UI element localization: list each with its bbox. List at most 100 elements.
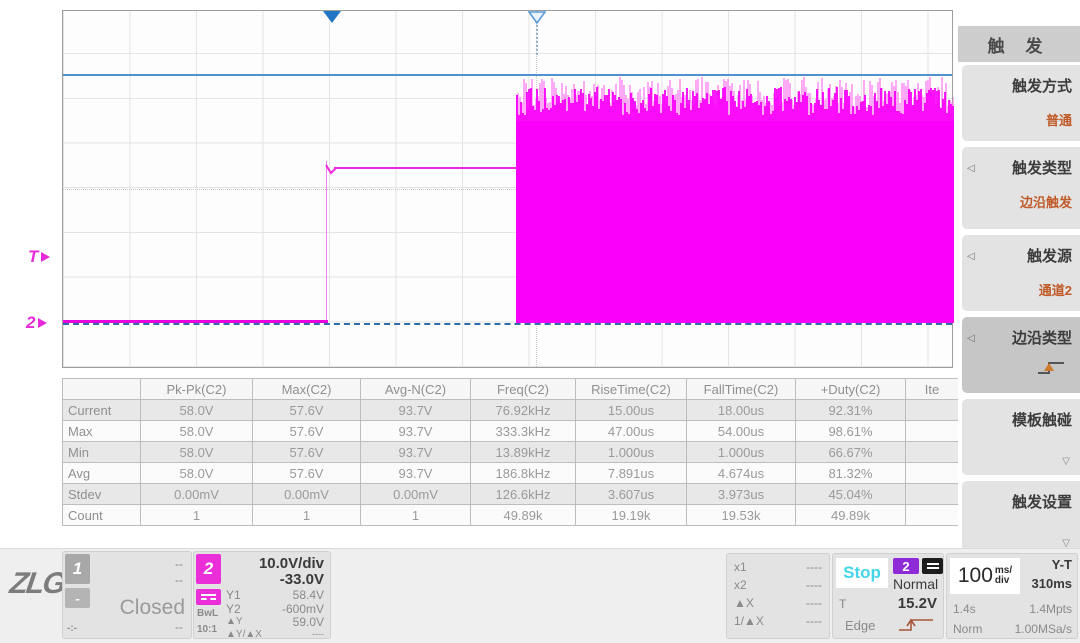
y2-value: -600mV <box>282 602 324 616</box>
table-cell: 93.7V <box>361 400 471 421</box>
row-label: Stdev <box>63 484 141 505</box>
timebase-scale-box[interactable]: 100 ms/div <box>950 558 1020 594</box>
menu-value: 普通 <box>968 110 1072 129</box>
row-label: Max <box>63 421 141 442</box>
delta-y-x-value: ---- <box>312 629 324 639</box>
trigger-level-marker[interactable]: T <box>28 247 50 267</box>
table-cell <box>906 421 959 442</box>
record-points: 1.4Mpts <box>1029 602 1072 616</box>
channel1-status-block[interactable]: 1 -- -- - Closed -:- -- <box>62 551 192 639</box>
table-cell: 98.61% <box>796 421 906 442</box>
table-cell: 57.6V <box>253 421 361 442</box>
trigger-level-arrow-icon <box>41 252 50 262</box>
table-cell: 57.6V <box>253 400 361 421</box>
row-label: Avg <box>63 463 141 484</box>
cursor-y1-line[interactable] <box>63 74 952 76</box>
probe-ratio-label: 10:1 <box>197 624 217 635</box>
x-cursor-block[interactable]: x1---- x2---- ▲X---- 1/▲X---- <box>726 553 830 639</box>
table-row: Stdev0.00mV0.00mV0.00mV126.6kHz3.607us3.… <box>63 484 959 505</box>
menu-trigger-settings[interactable]: 触发设置 ▽ <box>962 481 1080 557</box>
run-stop-status[interactable]: Stop <box>836 558 888 588</box>
inverse-delta-x-label: 1/▲X <box>734 614 764 628</box>
channel2-waveform-burst <box>516 115 954 323</box>
table-cell: 76.92kHz <box>471 400 576 421</box>
menu-label: 触发源 <box>968 245 1072 266</box>
channel2-ground-marker[interactable]: 2 <box>26 313 47 333</box>
menu-label: 边沿类型 <box>968 327 1072 348</box>
channel2-coupling-icon <box>196 589 221 605</box>
table-cell: 19.19k <box>576 505 687 526</box>
table-cell: 66.67% <box>796 442 906 463</box>
table-row: Count11149.89k19.19k19.53k49.89k <box>63 505 959 526</box>
trigger-menu-title: 触 发 <box>958 26 1080 62</box>
menu-label: 触发设置 <box>968 491 1072 512</box>
channel2-status-block[interactable]: 2 10.0V/div -33.0V BwL 10:1 Y1 58.4V Y2 … <box>193 551 331 639</box>
channel1-value2: -- <box>175 573 183 587</box>
delta-y-label: ▲Y <box>226 616 243 627</box>
channel2-waveform-dip <box>325 163 339 177</box>
inverse-delta-x-value: ---- <box>806 614 822 628</box>
table-cell: 4.674us <box>687 463 796 484</box>
channel1-footer-value: -- <box>175 620 183 634</box>
table-column-header: Max(C2) <box>253 379 361 400</box>
timebase-scale: 100 <box>958 564 993 588</box>
trigger-status-block[interactable]: Stop 2 Normal T 15.2V Edge <box>832 553 944 639</box>
trigger-menu-panel: 触 发 触发方式 普通 ◁ 触发类型 边沿触发 ◁ 触发源 通道2 ◁ 边沿类型… <box>958 0 1080 643</box>
table-cell: 18.00us <box>687 400 796 421</box>
table-header-row: Pk-Pk(C2)Max(C2)Avg-N(C2)Freq(C2)RiseTim… <box>63 379 959 400</box>
table-column-header <box>63 379 141 400</box>
table-cell: 19.53k <box>687 505 796 526</box>
trigger-coupling-icon <box>922 558 943 574</box>
channel2-waveform-noise-fringe <box>516 71 954 121</box>
table-row: Min58.0V57.6V93.7V13.89kHz1.000us1.000us… <box>63 442 959 463</box>
menu-trigger-mode[interactable]: 触发方式 普通 <box>962 65 1080 141</box>
table-cell: 58.0V <box>141 400 253 421</box>
submenu-arrow-icon: ◁ <box>967 251 975 262</box>
menu-edge-type[interactable]: ◁ 边沿类型 <box>962 317 1080 393</box>
table-cell: 1.000us <box>576 442 687 463</box>
sample-rate: 1.00MSa/s <box>1015 622 1072 636</box>
menu-trigger-source[interactable]: ◁ 触发源 通道2 <box>962 235 1080 311</box>
waveform-display[interactable] <box>62 10 953 368</box>
channel2-waveform-midlevel <box>334 167 516 169</box>
delta-y-x-label: ▲Y/▲X <box>226 629 262 640</box>
channel2-ground-arrow-icon <box>38 318 47 328</box>
menu-template-touch[interactable]: 模板触碰 ▽ <box>962 399 1080 475</box>
table-cell: 93.7V <box>361 442 471 463</box>
y1-label: Y1 <box>226 588 241 602</box>
table-cell: 47.00us <box>576 421 687 442</box>
table-column-header: Pk-Pk(C2) <box>141 379 253 400</box>
trigger-position-marker-icon[interactable] <box>323 11 341 23</box>
y2-label: Y2 <box>226 602 241 616</box>
table-cell: 49.89k <box>796 505 906 526</box>
table-cell: 1 <box>141 505 253 526</box>
delta-y-value: 59.0V <box>293 615 324 629</box>
cursor-y2-line[interactable] <box>63 323 952 325</box>
table-cell <box>906 484 959 505</box>
table-row: Avg58.0V57.6V93.7V186.8kHz7.891us4.674us… <box>63 463 959 484</box>
rising-edge-icon <box>1036 358 1066 378</box>
timebase-block[interactable]: 100 ms/div Y-T 310ms 1.4s 1.4Mpts Norm 1… <box>946 553 1078 639</box>
bandwidth-limit-label: BwL <box>197 608 218 619</box>
table-cell <box>906 400 959 421</box>
channel1-value1: -- <box>175 557 183 571</box>
table-cell: 15.00us <box>576 400 687 421</box>
channel2-offset: -33.0V <box>280 571 324 588</box>
row-label: Current <box>63 400 141 421</box>
table-cell: 93.7V <box>361 463 471 484</box>
table-cell: 3.973us <box>687 484 796 505</box>
measure-table: Pk-Pk(C2)Max(C2)Avg-N(C2)Freq(C2)RiseTim… <box>62 378 959 526</box>
trigger-t-label: T <box>839 597 846 611</box>
row-label: Count <box>63 505 141 526</box>
channel1-minus-badge: - <box>65 588 90 608</box>
table-cell: 186.8kHz <box>471 463 576 484</box>
menu-trigger-type[interactable]: ◁ 触发类型 边沿触发 <box>962 147 1080 229</box>
delay-position-marker-icon[interactable] <box>528 11 546 24</box>
channel2-scale: 10.0V/div <box>259 555 324 572</box>
table-cell: 13.89kHz <box>471 442 576 463</box>
table-cell: 81.32% <box>796 463 906 484</box>
row-label: Min <box>63 442 141 463</box>
menu-label: 触发类型 <box>968 157 1072 178</box>
y1-value: 58.4V <box>293 588 324 602</box>
channel2-waveform-step-edge <box>326 161 327 321</box>
